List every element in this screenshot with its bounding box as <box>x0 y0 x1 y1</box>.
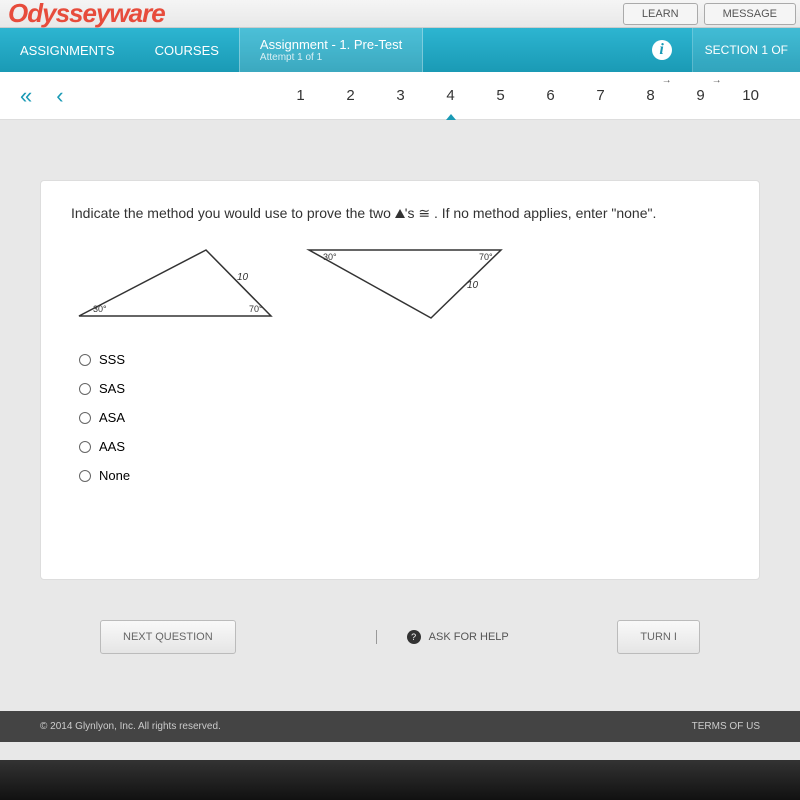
q-num-1[interactable]: 1 <box>276 87 326 104</box>
svg-text:30°: 30° <box>323 252 337 262</box>
question-box: Indicate the method you would use to pro… <box>40 180 760 580</box>
question-prompt: Indicate the method you would use to pro… <box>71 205 729 222</box>
copyright: © 2014 Glynlyon, Inc. All rights reserve… <box>40 721 221 732</box>
logo: Odysseyware <box>8 0 165 29</box>
radio-icon <box>79 470 91 482</box>
nav-assignments[interactable]: ASSIGNMENTS <box>0 28 135 72</box>
question-numbers: 1 2 3 4 5 6 7 → 8 → 9 10 <box>276 87 776 104</box>
q-num-4[interactable]: 4 <box>426 87 476 104</box>
arrow-icon: → <box>662 75 672 86</box>
first-arrow-icon[interactable]: « <box>8 83 44 109</box>
svg-text:70°: 70° <box>479 252 493 262</box>
q-num-8[interactable]: → 8 <box>626 87 676 104</box>
question-nav: « ‹ 1 2 3 4 5 6 7 → 8 → 9 10 <box>0 72 800 120</box>
option-none[interactable]: None <box>79 468 729 483</box>
option-sas[interactable]: SAS <box>79 381 729 396</box>
ask-help-button[interactable]: ? ASK FOR HELP <box>376 630 509 644</box>
option-asa[interactable]: ASA <box>79 410 729 425</box>
svg-text:70°: 70° <box>249 304 263 314</box>
triangle-2: 30° 70° 10 <box>301 238 511 328</box>
bottom-curtain <box>0 760 800 800</box>
svg-text:10: 10 <box>237 272 249 283</box>
triangle-icon <box>395 209 405 218</box>
assignment-info: Assignment - 1. Pre-Test Attempt 1 of 1 <box>239 28 423 72</box>
q-num-5[interactable]: 5 <box>476 87 526 104</box>
assignment-title: Assignment - 1. Pre-Test <box>260 37 402 52</box>
q-num-10[interactable]: 10 <box>726 87 776 104</box>
triangles-figure: 30° 70° 10 30° 70° 10 <box>71 238 729 328</box>
prev-arrow-icon[interactable]: ‹ <box>44 83 75 109</box>
q-num-9[interactable]: → 9 <box>676 87 726 104</box>
top-header: Odysseyware LEARN MESSAGE <box>0 0 800 28</box>
message-button[interactable]: MESSAGE <box>704 3 796 25</box>
radio-icon <box>79 383 91 395</box>
section-button[interactable]: SECTION 1 OF <box>692 28 800 72</box>
svg-text:10: 10 <box>467 280 479 291</box>
learn-button[interactable]: LEARN <box>623 3 698 25</box>
terms-link[interactable]: TERMS OF US <box>692 721 760 732</box>
content-area: Indicate the method you would use to pro… <box>0 120 800 680</box>
answer-options: SSS SAS ASA AAS None <box>71 352 729 483</box>
svg-text:30°: 30° <box>93 304 107 314</box>
attempt-label: Attempt 1 of 1 <box>260 52 402 63</box>
q-num-2[interactable]: 2 <box>326 87 376 104</box>
arrow-icon: → <box>712 75 722 86</box>
nav-courses[interactable]: COURSES <box>135 28 239 72</box>
bottom-buttons: NEXT QUESTION ? ASK FOR HELP TURN I <box>40 620 760 654</box>
next-question-button[interactable]: NEXT QUESTION <box>100 620 236 654</box>
option-aas[interactable]: AAS <box>79 439 729 454</box>
q-num-3[interactable]: 3 <box>376 87 426 104</box>
nav-bar: ASSIGNMENTS COURSES Assignment - 1. Pre-… <box>0 28 800 72</box>
radio-icon <box>79 354 91 366</box>
triangle-1: 30° 70° 10 <box>71 238 281 328</box>
help-icon: ? <box>407 630 421 644</box>
q-num-7[interactable]: 7 <box>576 87 626 104</box>
turn-in-button[interactable]: TURN I <box>617 620 700 654</box>
option-sss[interactable]: SSS <box>79 352 729 367</box>
footer: © 2014 Glynlyon, Inc. All rights reserve… <box>0 711 800 742</box>
radio-icon <box>79 412 91 424</box>
q-num-6[interactable]: 6 <box>526 87 576 104</box>
info-icon[interactable]: i <box>652 40 672 60</box>
radio-icon <box>79 441 91 453</box>
